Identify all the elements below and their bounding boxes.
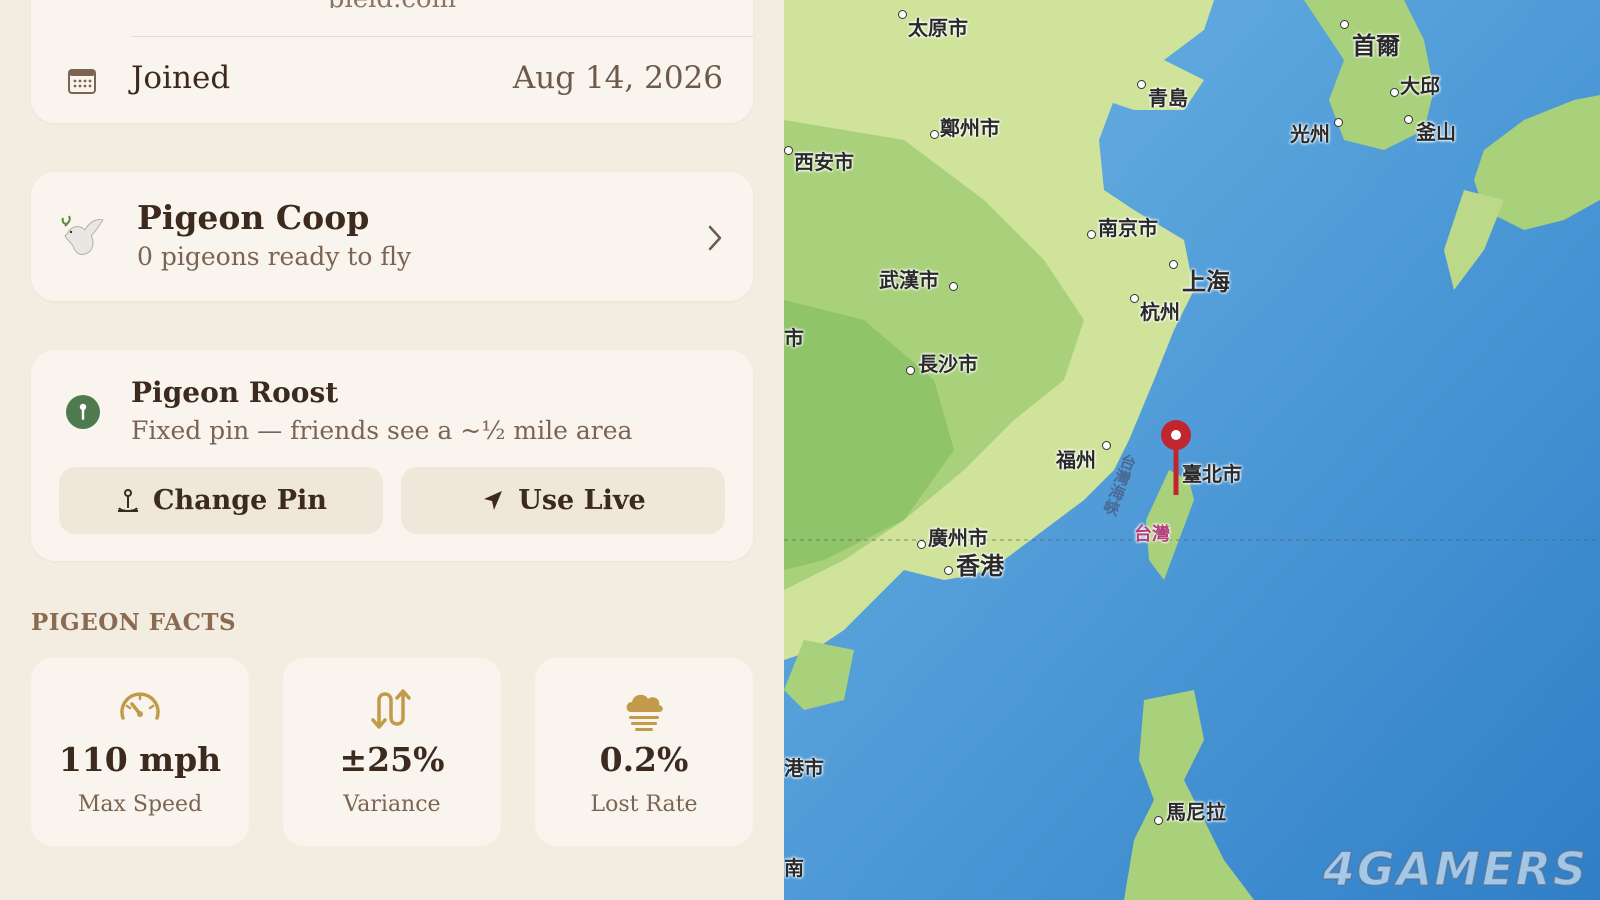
city-dot	[784, 146, 793, 155]
city-label: 西安市	[794, 150, 854, 174]
account-info-card: pield.com Joined Aug 14, 2026	[31, 0, 753, 123]
city-dot	[1334, 118, 1343, 127]
city-dot	[1130, 294, 1139, 303]
region-label: 台灣	[1134, 524, 1170, 545]
city-label: 鄭州市	[940, 116, 1000, 140]
city-label: 臺北市	[1182, 462, 1242, 486]
fact-value: 110 mph	[58, 740, 222, 779]
city-dot	[1154, 816, 1163, 825]
change-pin-label: Change Pin	[153, 485, 327, 516]
fact-label: Max Speed	[77, 792, 203, 817]
city-label: 青島	[1148, 86, 1188, 110]
city-label: 杭州	[1140, 300, 1180, 324]
city-dot	[1102, 441, 1111, 450]
fact-lost-rate: 0.2% Lost Rate	[535, 658, 753, 846]
profile-panel: pield.com Joined Aug 14, 2026 Pigeon Coo…	[0, 0, 784, 900]
location-arrow-icon	[484, 490, 503, 510]
fact-label: Variance	[343, 792, 441, 817]
arrows-up-down-icon	[371, 689, 411, 729]
city-dot	[1087, 230, 1096, 239]
joined-date: Aug 14, 2026	[512, 60, 723, 96]
joined-label: Joined	[131, 60, 231, 96]
city-dot	[917, 540, 926, 549]
city-label: 港市	[784, 756, 824, 780]
map-background	[784, 0, 1600, 900]
coop-subtitle: 0 pigeons ready to fly	[137, 242, 412, 271]
fact-value: 0.2%	[599, 740, 689, 779]
city-dot	[906, 366, 915, 375]
divider	[131, 36, 753, 37]
city-label: 光州	[1290, 122, 1330, 146]
city-dot	[1390, 88, 1399, 97]
roost-subtitle: Fixed pin — friends see a ~½ mile area	[131, 416, 633, 445]
use-live-label: Use Live	[518, 485, 646, 516]
calendar-icon	[68, 69, 96, 94]
anchor-pin-icon	[118, 488, 139, 512]
city-label: 南	[784, 856, 804, 880]
city-label: 釜山	[1416, 120, 1456, 144]
city-dot	[930, 130, 939, 139]
change-pin-button[interactable]: Change Pin	[59, 467, 383, 534]
city-label: 福州	[1056, 448, 1096, 472]
map-pin-icon	[66, 395, 100, 429]
city-dot	[1340, 20, 1349, 29]
fact-label: Lost Rate	[590, 792, 698, 817]
cloud-fog-icon	[626, 694, 663, 731]
city-label: 武漢市	[879, 268, 939, 292]
email-text: pield.com	[31, 0, 753, 8]
pigeon-coop-row[interactable]: Pigeon Coop 0 pigeons ready to fly	[31, 172, 753, 301]
city-label: 首爾	[1352, 32, 1400, 60]
watermark-logo: 4GAMERS	[1322, 841, 1588, 897]
speedometer-icon	[120, 692, 160, 720]
fact-variance: ±25% Variance	[283, 658, 501, 846]
city-dot	[944, 566, 953, 575]
coop-title: Pigeon Coop	[137, 198, 370, 237]
fact-value: ±25%	[339, 740, 445, 779]
city-dot	[949, 282, 958, 291]
city-dot	[898, 10, 907, 19]
city-label: 市	[784, 326, 804, 350]
fact-max-speed: 110 mph Max Speed	[31, 658, 249, 846]
city-label: 香港	[956, 552, 1004, 580]
city-label: 太原市	[908, 16, 968, 40]
city-dot	[1404, 115, 1413, 124]
chevron-right-icon	[708, 225, 722, 251]
city-label: 南京市	[1098, 216, 1158, 240]
city-label: 馬尼拉	[1166, 800, 1226, 824]
map-view[interactable]: 太原市 首爾 青島 大邱 鄭州市 光州 釜山 西安市 南京市 上海 武漢市 杭州…	[784, 0, 1600, 900]
city-dot	[1137, 80, 1146, 89]
pigeon-roost-card: Pigeon Roost Fixed pin — friends see a ~…	[31, 350, 753, 561]
dove-icon	[61, 215, 104, 255]
city-label: 長沙市	[918, 352, 978, 376]
city-dot	[1169, 260, 1178, 269]
facts-heading: PIGEON FACTS	[31, 609, 237, 636]
roost-title: Pigeon Roost	[131, 376, 339, 409]
use-live-button[interactable]: Use Live	[401, 467, 725, 534]
city-label: 大邱	[1400, 74, 1440, 98]
city-label: 上海	[1182, 268, 1230, 296]
